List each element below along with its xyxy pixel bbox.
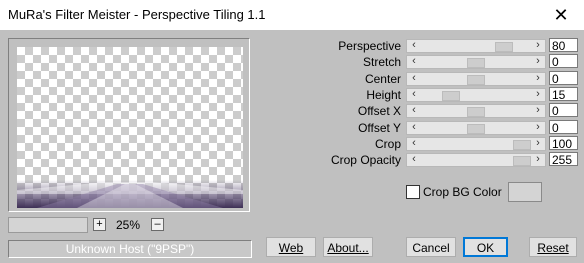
chevron-right-icon[interactable]: ›: [531, 137, 545, 149]
perspective-slider[interactable]: ‹ ›: [406, 39, 546, 53]
zoom-track: [8, 217, 88, 233]
crop-slider[interactable]: ‹ ›: [406, 137, 546, 151]
crop-bg-color-swatch[interactable]: [508, 182, 542, 202]
slider-thumb[interactable]: [467, 75, 485, 85]
chevron-right-icon[interactable]: ›: [531, 72, 545, 84]
cancel-button-label: Cancel: [412, 241, 450, 255]
chevron-left-icon[interactable]: ‹: [407, 55, 421, 67]
about-button-label: About...: [327, 241, 369, 255]
zoom-in-button[interactable]: +: [93, 218, 106, 231]
stretch-label: Stretch: [362, 55, 401, 69]
ok-button-label: OK: [476, 241, 495, 255]
slider-thumb[interactable]: [495, 42, 513, 52]
slider-thumb[interactable]: [467, 124, 485, 134]
height-label: Height: [366, 88, 401, 102]
zoom-level: 25%: [115, 218, 141, 232]
offset-x-label: Offset X: [357, 104, 401, 118]
chevron-left-icon[interactable]: ‹: [407, 72, 421, 84]
slider-thumb[interactable]: [467, 107, 485, 117]
chevron-left-icon[interactable]: ‹: [407, 153, 421, 165]
host-status: Unknown Host ("9PSP"): [8, 240, 252, 258]
center-value-field[interactable]: 0: [549, 71, 578, 86]
crop-opacity-slider[interactable]: ‹ ›: [406, 153, 546, 167]
perspective-value-field[interactable]: 80: [549, 38, 578, 53]
chevron-right-icon[interactable]: ›: [531, 104, 545, 116]
crop-label: Crop: [374, 137, 401, 151]
title-bar: MuRa's Filter Meister - Perspective Tili…: [0, 0, 584, 30]
crop-opacity-label: Crop Opacity: [330, 153, 401, 167]
preview-frame: [8, 38, 250, 212]
crop-value-field[interactable]: 100: [549, 136, 578, 151]
chevron-right-icon[interactable]: ›: [531, 39, 545, 51]
cancel-button[interactable]: Cancel: [406, 237, 456, 257]
offset-x-value-field[interactable]: 0: [549, 103, 578, 118]
height-value-field[interactable]: 15: [549, 87, 578, 102]
ok-button[interactable]: OK: [463, 237, 508, 257]
chevron-right-icon[interactable]: ›: [531, 55, 545, 67]
chevron-right-icon[interactable]: ›: [531, 121, 545, 133]
offset-y-label: Offset Y: [358, 121, 401, 135]
crop-bg-label: Crop BG Color: [423, 185, 502, 199]
slider-thumb[interactable]: [513, 140, 531, 150]
center-label: Center: [364, 72, 401, 86]
chevron-right-icon[interactable]: ›: [531, 153, 545, 165]
zoom-out-button[interactable]: –: [151, 218, 164, 231]
chevron-left-icon[interactable]: ‹: [407, 104, 421, 116]
crop-opacity-value-field[interactable]: 255: [549, 152, 578, 167]
offset-y-value-field[interactable]: 0: [549, 120, 578, 135]
offset-x-slider[interactable]: ‹ ›: [406, 104, 546, 118]
about-button[interactable]: About...: [323, 237, 373, 257]
perspective-tile-graphic: [17, 180, 243, 208]
window-title: MuRa's Filter Meister - Perspective Tili…: [8, 7, 266, 22]
chevron-left-icon[interactable]: ‹: [407, 121, 421, 133]
slider-thumb[interactable]: [467, 58, 485, 68]
slider-thumb[interactable]: [513, 156, 531, 166]
perspective-label: Perspective: [338, 39, 401, 53]
slider-thumb[interactable]: [442, 91, 460, 101]
chevron-right-icon[interactable]: ›: [531, 88, 545, 100]
chevron-left-icon[interactable]: ‹: [407, 88, 421, 100]
reset-button-label: Reset: [537, 241, 569, 255]
preview-canvas[interactable]: [17, 47, 243, 208]
crop-bg-checkbox[interactable]: [406, 185, 420, 199]
center-slider[interactable]: ‹ ›: [406, 72, 546, 86]
close-icon[interactable]: ✕: [546, 4, 576, 26]
web-button-label: Web: [278, 241, 304, 255]
reset-button[interactable]: Reset: [529, 237, 577, 257]
stretch-value-field[interactable]: 0: [549, 54, 578, 69]
offset-y-slider[interactable]: ‹ ›: [406, 121, 546, 135]
chevron-left-icon[interactable]: ‹: [407, 39, 421, 51]
height-slider[interactable]: ‹ ›: [406, 88, 546, 102]
web-button[interactable]: Web: [266, 237, 316, 257]
chevron-left-icon[interactable]: ‹: [407, 137, 421, 149]
stretch-slider[interactable]: ‹ ›: [406, 55, 546, 69]
